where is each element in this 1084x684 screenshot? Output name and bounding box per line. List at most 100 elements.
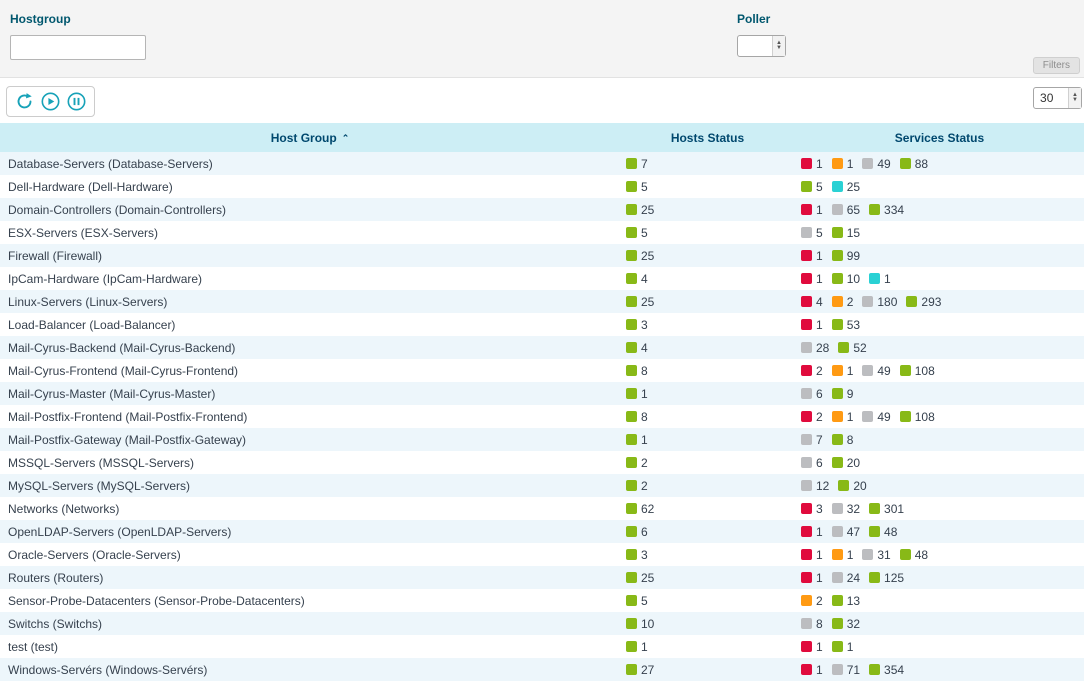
hostgroup-name[interactable]: Networks (Networks) [0,497,620,520]
status-count: 6 [816,456,823,470]
hosts-status-cell: 1 [620,635,795,658]
status-badge: 1 [832,364,854,378]
hostgroup-name[interactable]: Firewall (Firewall) [0,244,620,267]
column-header-services-status[interactable]: Services Status [795,123,1084,152]
column-header-host-group[interactable]: Host Group⌃ [0,123,620,152]
status-badge: 25 [626,203,654,217]
hosts-status-cell: 8 [620,359,795,382]
hostgroup-name[interactable]: Dell-Hardware (Dell-Hardware) [0,175,620,198]
status-badge: 25 [626,571,654,585]
orange-status-icon [832,365,843,376]
green-status-icon [626,595,637,606]
toolbar-icon-group [6,86,95,117]
status-badge: 1 [801,157,823,171]
hostgroup-name[interactable]: Load-Balancer (Load-Balancer) [0,313,620,336]
status-badge: 28 [801,341,829,355]
status-count: 10 [847,272,860,286]
hostgroup-name[interactable]: OpenLDAP-Servers (OpenLDAP-Servers) [0,520,620,543]
status-badge: 7 [626,157,648,171]
hostgroup-name[interactable]: Mail-Cyrus-Master (Mail-Cyrus-Master) [0,382,620,405]
red-status-icon [801,365,812,376]
services-status-cell: 515 [795,221,1084,244]
hostgroup-name[interactable]: Mail-Cyrus-Frontend (Mail-Cyrus-Frontend… [0,359,620,382]
column-header-hosts-status[interactable]: Hosts Status [620,123,795,152]
poller-select[interactable]: ▲▼ [737,35,786,57]
services-status-cell: 153 [795,313,1084,336]
hostgroup-name[interactable]: Switchs (Switchs) [0,612,620,635]
hostgroups-table: Host Group⌃ Hosts Status Services Status… [0,123,1084,681]
services-status-cell: 620 [795,451,1084,474]
green-status-icon [626,503,637,514]
status-badge: 8 [626,364,648,378]
poller-filter-label: Poller [737,12,786,26]
hostgroup-name[interactable]: Oracle-Servers (Oracle-Servers) [0,543,620,566]
status-badge: 32 [832,502,860,516]
hostgroup-filter-input[interactable] [10,35,146,60]
filters-tab[interactable]: Filters [1033,57,1080,74]
status-badge: 2 [626,456,648,470]
hostgroup-name[interactable]: Mail-Postfix-Gateway (Mail-Postfix-Gatew… [0,428,620,451]
gray-status-icon [832,664,843,675]
hostgroup-name[interactable]: test (test) [0,635,620,658]
hostgroup-name[interactable]: MSSQL-Servers (MSSQL-Servers) [0,451,620,474]
status-badge: 293 [906,295,941,309]
hostgroup-name[interactable]: Mail-Postfix-Frontend (Mail-Postfix-Fron… [0,405,620,428]
hostgroup-name[interactable]: ESX-Servers (ESX-Servers) [0,221,620,244]
status-count: 12 [816,479,829,493]
green-status-icon [900,411,911,422]
status-badge: 7 [801,433,823,447]
status-badge: 4 [801,295,823,309]
red-status-icon [801,664,812,675]
hostgroup-name[interactable]: IpCam-Hardware (IpCam-Hardware) [0,267,620,290]
hosts-status-cell: 4 [620,336,795,359]
status-count: 65 [847,203,860,217]
table-row: IpCam-Hardware (IpCam-Hardware) 4 1101 [0,267,1084,290]
status-badge: 5 [801,226,823,240]
pause-icon[interactable] [67,92,86,111]
hosts-status-cell: 8 [620,405,795,428]
page-size-select[interactable]: 30 ▲▼ [1033,87,1082,109]
hostgroup-name[interactable]: Domain-Controllers (Domain-Controllers) [0,198,620,221]
status-badge: 25 [626,295,654,309]
status-badge: 354 [869,663,904,677]
green-status-icon [626,526,637,537]
green-status-icon [832,457,843,468]
green-status-icon [626,434,637,445]
play-icon[interactable] [41,92,60,111]
red-status-icon [801,250,812,261]
hostgroup-name[interactable]: Linux-Servers (Linux-Servers) [0,290,620,313]
hostgroup-name[interactable]: Routers (Routers) [0,566,620,589]
table-row: test (test) 1 11 [0,635,1084,658]
hostgroup-name[interactable]: Sensor-Probe-Datacenters (Sensor-Probe-D… [0,589,620,612]
status-count: 9 [847,387,854,401]
hostgroup-name[interactable]: Windows-Servérs (Windows-Servérs) [0,658,620,681]
status-count: 2 [816,594,823,608]
table-row: Dell-Hardware (Dell-Hardware) 5 525 [0,175,1084,198]
hostgroup-name[interactable]: Mail-Cyrus-Backend (Mail-Cyrus-Backend) [0,336,620,359]
status-count: 334 [884,203,904,217]
services-status-cell: 12 20 [795,474,1084,497]
green-status-icon [626,664,637,675]
services-status-cell: 165334 [795,198,1084,221]
status-badge: 180 [862,295,897,309]
orange-status-icon [832,158,843,169]
status-count: 48 [915,548,928,562]
hosts-status-cell: 62 [620,497,795,520]
green-status-icon [869,572,880,583]
hosts-status-cell: 5 [620,175,795,198]
status-badge: 125 [869,571,904,585]
page-size-value: 30 [1034,88,1068,108]
status-badge: 1 [626,433,648,447]
status-count: 52 [853,341,866,355]
hostgroup-name[interactable]: Database-Servers (Database-Servers) [0,152,620,175]
red-status-icon [801,204,812,215]
status-count: 10 [641,617,654,631]
hostgroup-name[interactable]: MySQL-Servers (MySQL-Servers) [0,474,620,497]
green-status-icon [626,388,637,399]
refresh-icon[interactable] [15,92,34,111]
status-count: 5 [816,226,823,240]
red-status-icon [801,273,812,284]
services-status-cell: 332301 [795,497,1084,520]
status-count: 1 [816,525,823,539]
status-badge: 20 [838,479,866,493]
